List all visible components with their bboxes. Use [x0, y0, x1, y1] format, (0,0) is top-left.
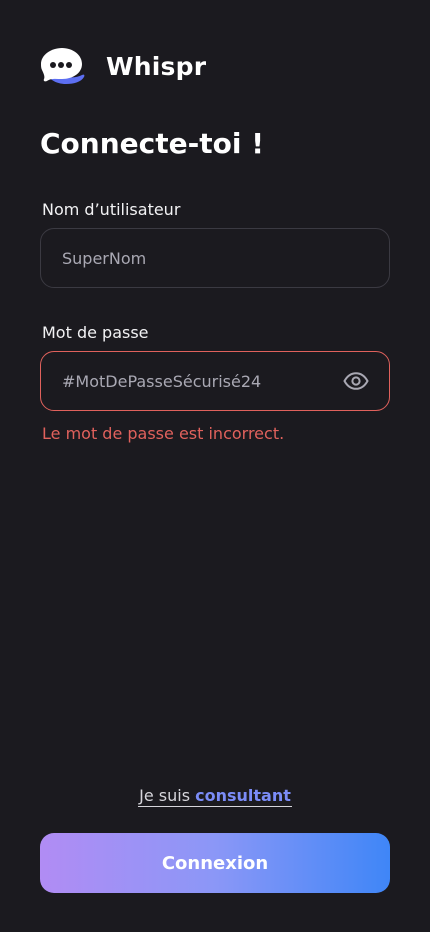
consultant-prefix: Je suis [139, 786, 196, 805]
username-value: SuperNom [62, 248, 147, 268]
username-label: Nom d’utilisateur [42, 200, 181, 219]
consultant-link[interactable]: Je suis consultant [138, 786, 292, 807]
eye-icon[interactable] [343, 372, 369, 390]
username-field[interactable]: SuperNom [40, 228, 390, 288]
connexion-button[interactable]: Connexion [40, 833, 390, 893]
password-label: Mot de passe [42, 323, 149, 342]
page-title: Connecte-toi ! [40, 127, 264, 160]
app-name: Whispr [106, 51, 207, 81]
consultant-link-label: consultant [195, 786, 291, 805]
password-error-message: Le mot de passe est incorrect. [42, 424, 285, 443]
password-value: #MotDePasseSécurisé24 [62, 371, 262, 391]
password-field[interactable]: #MotDePasseSécurisé24 [40, 351, 390, 411]
brand-header: Whispr [40, 46, 206, 86]
chat-bubble-logo-icon [41, 48, 85, 84]
